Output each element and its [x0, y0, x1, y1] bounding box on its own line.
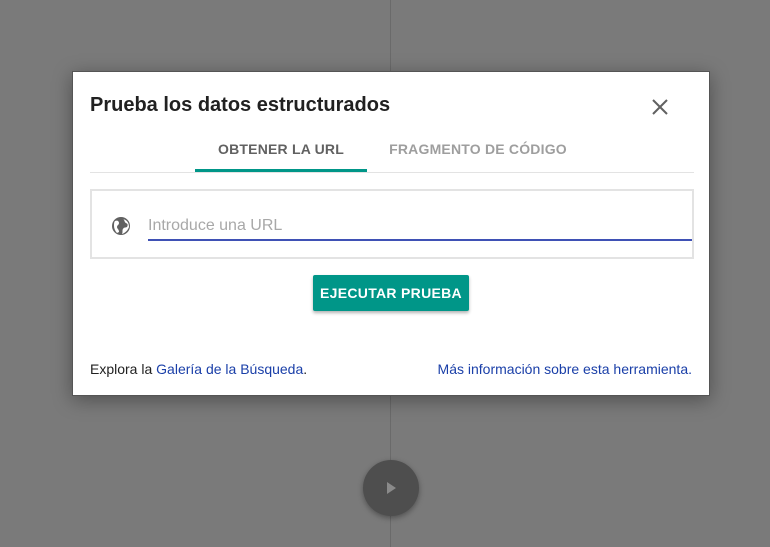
- url-input[interactable]: [148, 213, 692, 241]
- close-icon: [652, 99, 668, 115]
- more-info-link[interactable]: Más información sobre esta herramienta: [438, 361, 689, 377]
- tab-code-snippet[interactable]: FRAGMENTO DE CÓDIGO: [380, 132, 576, 172]
- play-icon: [387, 482, 396, 494]
- play-button[interactable]: [363, 460, 419, 516]
- more-info-suffix: .: [688, 361, 692, 377]
- footer-more-info: Más información sobre esta herramienta.: [438, 361, 692, 377]
- search-gallery-link[interactable]: Galería de la Búsqueda: [156, 361, 303, 377]
- explore-suffix: .: [303, 361, 308, 377]
- globe-icon: [112, 217, 130, 235]
- input-mode-tabs: OBTENER LA URL FRAGMENTO DE CÓDIGO: [90, 132, 694, 173]
- footer-explore: Explora la Galería de la Búsqueda.: [90, 361, 307, 377]
- structured-data-dialog: Prueba los datos estructurados OBTENER L…: [72, 71, 710, 396]
- run-test-button[interactable]: EJECUTAR PRUEBA: [313, 275, 469, 311]
- dialog-title: Prueba los datos estructurados: [90, 94, 391, 116]
- url-input-container: [90, 189, 694, 259]
- tab-fetch-url[interactable]: OBTENER LA URL: [195, 132, 367, 172]
- explore-text: Explora la: [90, 361, 157, 377]
- close-button[interactable]: [649, 96, 671, 118]
